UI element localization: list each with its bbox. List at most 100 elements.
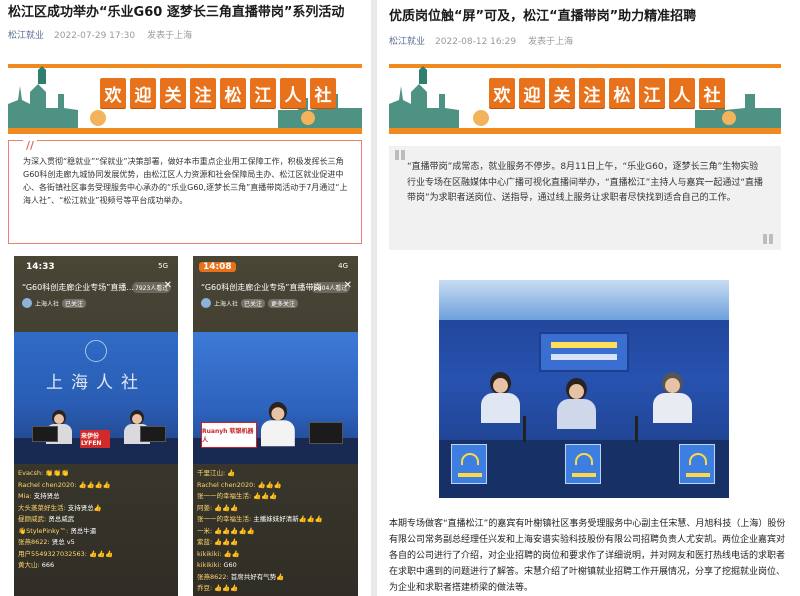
banner-char-tile: 江 — [250, 78, 276, 108]
banner-bottom-stripe — [389, 128, 781, 134]
banner-char-tile: 人 — [669, 78, 695, 108]
comment-feed: Evacsh: 👏👏👏 Rachel chen2020: 👍👍👍👍 Mia: 支持贤总 大头… — [18, 468, 168, 572]
comment-item: 阿姜: 👍👍👍 — [197, 503, 347, 515]
live-title: “G60科创走廊企业专场”直播带岗 — [201, 283, 322, 292]
publish-date: 2022-08-12 16:29 — [435, 37, 517, 47]
logo-plaque — [679, 444, 715, 484]
banner-char-tile: 关 — [549, 78, 575, 108]
commenter-name: 紫蓝: — [197, 538, 213, 546]
livestream-screenshot-2: 14:08 4G “G60科创走廊企业专场”直播带岗 6804人看过 ✕ 上海人… — [193, 256, 358, 596]
comment-text: 👍👍👍 — [214, 503, 239, 512]
laptop — [32, 426, 58, 442]
comment-text: G60 — [223, 561, 237, 569]
backdrop-text: 上海人社 — [46, 373, 146, 393]
commenter-name: Rachel chen2020: — [197, 480, 256, 489]
comment-item: kikikiki: 👍👍 — [197, 549, 347, 561]
comment-item: 张一一的幸福生活: 主播妹妹好清新👍👍👍 — [197, 514, 347, 526]
comment-text: 👍👍👍 — [257, 480, 282, 489]
livestream-screenshot-1: 14:33 5G “G60科创走廊企业专场”直播... 7923人看过 ✕ 上海… — [14, 256, 178, 596]
commenter-name: Evacsh: — [18, 469, 44, 477]
quote-mark: // — [23, 139, 38, 152]
close-icon[interactable]: ✕ — [344, 280, 352, 291]
network-indicator: 5G — [158, 262, 168, 270]
welcome-banner: 欢迎关注松江人社 — [8, 64, 362, 134]
comment-item: Mia: 支持贤总 — [18, 491, 168, 503]
article-meta: 松江就业 2022-08-12 16:29 发表于上海 — [389, 34, 573, 47]
comment-item: 紫蓝: 👍👍👍 — [197, 537, 347, 549]
comment-item: Evacsh: 👏👏👏 — [18, 468, 168, 480]
banner-char-tile: 松 — [220, 78, 246, 108]
comment-text: 👍👍👍 — [88, 549, 114, 558]
banner-char-tile: 关 — [160, 78, 186, 108]
follow-badge[interactable]: 已关注 — [62, 298, 87, 308]
microphone-icon — [635, 416, 638, 442]
comment-item: 一米: 👍👍👍👍👍 — [197, 526, 347, 538]
comment-text: 👍👍👍 — [214, 538, 239, 546]
intro-box: “直播带岗”成常态，就业服务不停步。8月11日上午，“乐业G60，逐梦长三角”生… — [389, 146, 781, 250]
intro-text: 为深入贯彻“稳就业”“保就业”决策部署，做好本市重点企业用工保障工作，积极发挥长… — [23, 157, 348, 205]
live-account-name: 上海人社 — [214, 300, 239, 308]
live-title: “G60科创走廊企业专场”直播... — [22, 283, 135, 292]
laptop — [140, 426, 166, 442]
commenter-name: 一米: — [197, 526, 213, 535]
commenter-name: kikikiki: — [197, 561, 222, 569]
commenter-name: 用户5549327032563: — [18, 549, 87, 558]
comment-item: 大头蒸菜好生活: 支持贤总👍 — [18, 503, 168, 515]
studio-photo — [439, 280, 729, 498]
sponsor-sign: Ruanyh 软银机器人 — [201, 422, 257, 448]
quote-open-icon-bar — [401, 150, 405, 160]
left-article: 松江区成功举办“乐业G60 逐梦长三角直播带岗”系列活动 松江就业 2022-07… — [0, 0, 371, 596]
commenter-name: 张燕8622: — [18, 538, 50, 546]
more-follow-badge[interactable]: 更多关注 — [268, 298, 299, 308]
comment-text: 👍👍👍 — [253, 492, 278, 500]
live-account: 上海人社 已关注 更多关注 — [201, 298, 299, 308]
article-title: 优质岗位触“屏”可及，松江“直播带岗”助力精准招聘 — [389, 9, 697, 24]
guest-person — [481, 372, 520, 423]
comment-text: 贤总威武 — [48, 515, 75, 523]
avatar — [22, 298, 32, 308]
comment-text: 666 — [41, 561, 55, 569]
studio-view: Ruanyh 软银机器人 — [193, 332, 358, 464]
host-person — [261, 402, 295, 447]
comment-text: 贤总牛逼 — [70, 526, 97, 535]
account-link[interactable]: 松江就业 — [8, 31, 44, 41]
commenter-name: 乔豆: — [197, 584, 213, 592]
account-link[interactable]: 松江就业 — [389, 37, 425, 47]
comment-item: 乔豆: 👍👍👍 — [197, 583, 347, 595]
right-article: 优质岗位触“屏”可及，松江“直播带岗”助力精准招聘 松江就业 2022-08-12… — [377, 0, 800, 596]
logo-plaque — [451, 444, 487, 484]
comment-item: 千里江山: 👍 — [197, 468, 347, 480]
publish-location: 发表于上海 — [528, 37, 574, 47]
commenter-name: kikikiki: — [197, 549, 222, 558]
comment-item: Rachel chen2020: 👍👍👍👍 — [18, 480, 168, 492]
comment-item: 昼颜威武: 贤总威武 — [18, 514, 168, 526]
live-account: 上海人社 已关注 — [22, 298, 87, 308]
comment-text: 首席共好有气势👍 — [230, 572, 285, 581]
welcome-banner: 欢迎关注松江人社 — [389, 64, 781, 134]
banner-char-tile: 江 — [639, 78, 665, 108]
article-meta: 松江就业 2022-07-29 17:30 发表于上海 — [8, 28, 192, 41]
banner-title-tiles: 欢迎关注松江人社 — [489, 78, 725, 108]
commenter-name: 张燕8622: — [197, 572, 229, 581]
publish-date: 2022-07-29 17:30 — [54, 31, 136, 41]
article-body: 本期专场做客“直播松江”的嘉宾有叶榭镇社区事务受理服务中心副主任宋慧、月旭科技（… — [389, 519, 786, 593]
live-account-name: 上海人社 — [35, 300, 60, 308]
screen-line — [551, 342, 617, 348]
guest-person — [653, 372, 692, 423]
commenter-name: 大头蒸菜好生活: — [18, 503, 66, 512]
guest-person — [557, 378, 596, 429]
comment-text: 👍 — [227, 469, 236, 477]
close-icon[interactable]: ✕ — [164, 280, 172, 291]
comment-text: 主播妹妹好清新👍👍👍 — [253, 515, 323, 523]
comment-text: 支持贤总 — [33, 492, 60, 500]
comment-text: 👍👍 — [223, 549, 240, 558]
studio-view: 上海人社 来伊份 LYFEN — [14, 332, 178, 464]
comment-item: 黄大山: 666 — [18, 560, 168, 572]
status-time: 14:33 — [26, 262, 55, 272]
publish-location: 发表于上海 — [147, 31, 193, 41]
commenter-name: 黄大山: — [18, 561, 40, 569]
follow-badge[interactable]: 已关注 — [241, 298, 266, 308]
banner-char-tile: 社 — [310, 78, 336, 108]
comment-item: Rachel chen2020: 👍👍👍 — [197, 480, 347, 492]
banner-char-tile: 松 — [609, 78, 635, 108]
